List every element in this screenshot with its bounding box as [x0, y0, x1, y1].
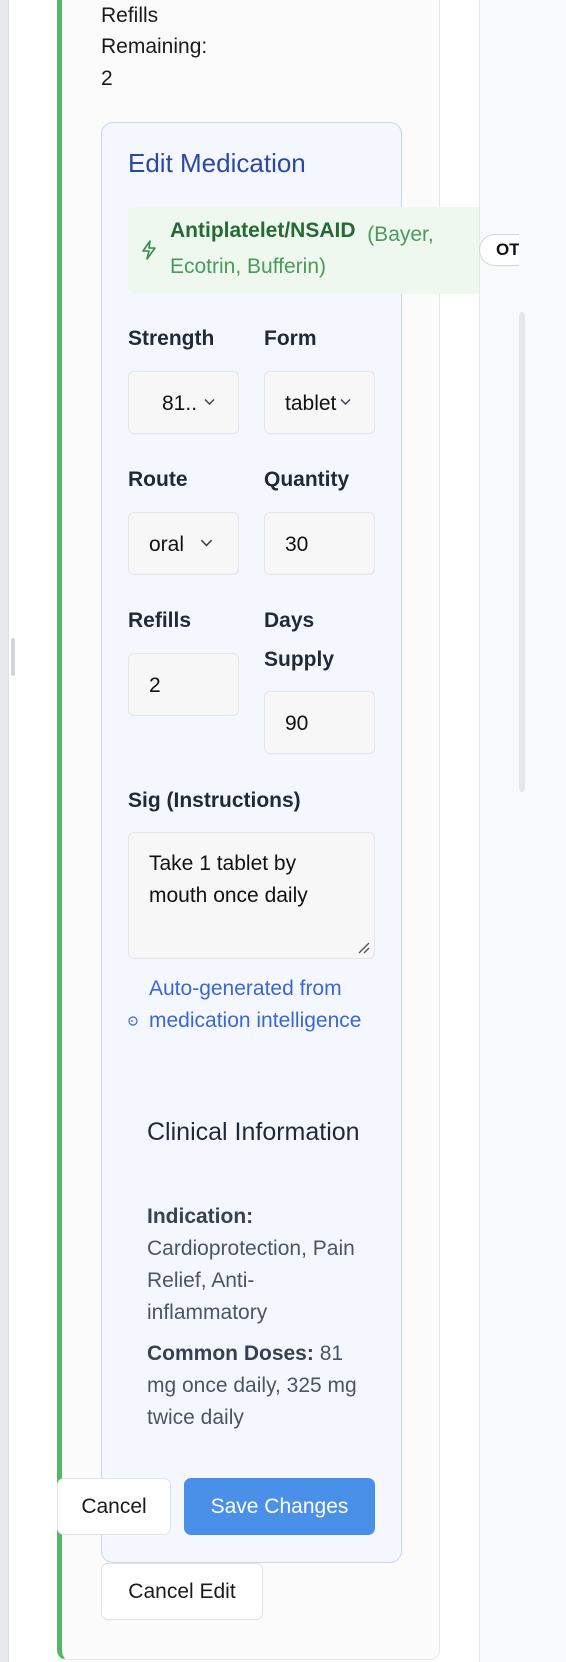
chevron-down-icon [204, 398, 215, 406]
strength-select[interactable]: 81... [128, 371, 239, 434]
route-select[interactable]: oral [128, 512, 239, 575]
refills-remaining-label: Refills [101, 4, 159, 27]
days-supply-value: 90 [285, 712, 309, 735]
save-changes-button[interactable]: Save Changes [184, 1478, 375, 1535]
chevron-down-icon [200, 539, 213, 547]
quantity-label: Quantity [264, 468, 350, 491]
brand-names-text: (Bayer, Ecotrin, Bufferin) [170, 223, 434, 278]
chevron-down-icon [340, 398, 351, 406]
sig-value: Take 1 tablet by mouth once daily [149, 852, 308, 907]
refills-remaining-label-cont: Remaining: [101, 35, 208, 58]
days-supply-label-cont: Supply [264, 648, 335, 671]
sig-label: Sig (Instructions) [128, 789, 301, 812]
indication-text: Indication: Cardioprotection, Pain Relie… [147, 1201, 367, 1329]
strength-label: Strength [128, 327, 215, 350]
lightning-icon [142, 240, 156, 260]
refills-remaining-value: 2 [101, 67, 113, 90]
refills-label: Refills [128, 609, 192, 632]
cancel-button[interactable]: Cancel [57, 1478, 171, 1535]
form-value: tablet [285, 392, 337, 415]
strength-value: 81... [162, 392, 197, 415]
panel-resize-handle[interactable] [11, 638, 15, 676]
days-supply-input[interactable]: 90 [264, 691, 375, 754]
days-supply-label: Days [264, 609, 315, 632]
indication-value: Cardioprotection, Pain Relief, Anti-infl… [147, 1237, 355, 1324]
auto-generated-note: Auto-generated from medication intellige… [149, 977, 362, 1032]
quantity-input[interactable]: 30 [264, 512, 375, 575]
otc-badge: OTC [479, 234, 519, 266]
quantity-value: 30 [285, 533, 309, 556]
clinical-information-title: Clinical Information [147, 1118, 360, 1146]
indication-label: Indication: [147, 1205, 254, 1228]
brand-names: Antiplatelet/NSAID (Bayer, Ecotrin, Buff… [170, 219, 470, 283]
common-doses-label: Common Doses: [147, 1342, 314, 1365]
resize-handle-icon[interactable] [356, 940, 370, 954]
route-label: Route [128, 468, 188, 491]
route-value: oral [149, 533, 185, 556]
common-doses-text: Common Doses: 81 mg once daily, 325 mg t… [147, 1338, 367, 1434]
edit-medication-title: Edit Medication [128, 148, 306, 178]
form-select[interactable]: tablet [264, 371, 375, 434]
left-sidebar-edge [0, 0, 9, 1662]
refills-value: 2 [149, 674, 161, 697]
cancel-edit-button[interactable]: Cancel Edit [101, 1563, 263, 1620]
sparkle-icon [128, 1016, 138, 1026]
scrollbar[interactable] [519, 312, 525, 792]
refills-input[interactable]: 2 [128, 653, 239, 716]
sig-textarea[interactable]: Take 1 tablet by mouth once daily [128, 832, 375, 959]
form-label: Form [264, 327, 317, 350]
